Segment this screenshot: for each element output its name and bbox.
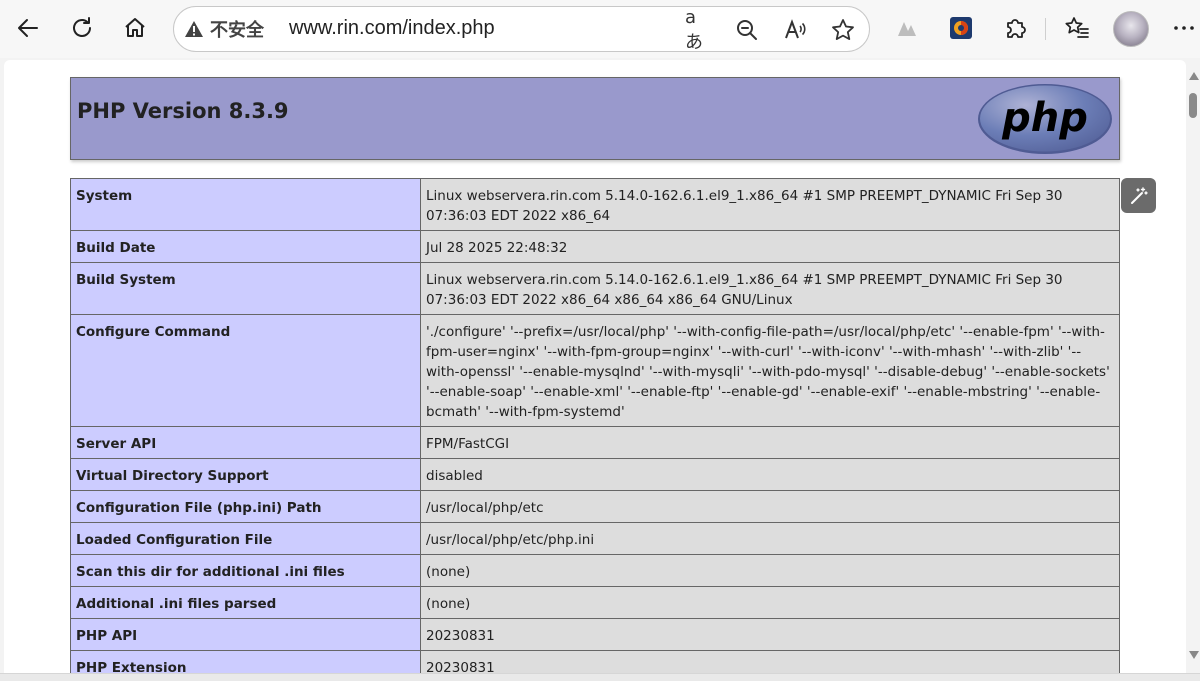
visual-search-button[interactable] [1121,178,1156,213]
table-row: Loaded Configuration File/usr/local/php/… [70,522,1120,555]
address-bar[interactable]: 不安全 www.rin.com/index.php aあ [173,6,870,53]
row-label: Build System [70,262,421,315]
security-indicator[interactable]: 不安全 [184,16,264,42]
table-row: Configure Command './configure' '--prefix… [70,314,1120,427]
more-menu-button[interactable] [1165,9,1200,47]
zoom-out-icon [737,20,757,40]
page-viewport: PHP Version 8.3.9 php System Linux webser… [4,60,1186,673]
table-row: Additional .ini files parsed (none) [70,586,1120,619]
row-label: Virtual Directory Support [70,458,421,491]
extension-logo-button[interactable] [888,9,926,47]
translate-button[interactable]: aあ [685,7,713,53]
row-label: PHP Extension [70,650,421,673]
home-icon [125,18,145,37]
more-menu-icon [1174,26,1194,30]
row-value: 20230831 [420,650,1120,673]
row-label: Loaded Configuration File [70,522,421,555]
extension-colorful-button[interactable] [942,9,980,47]
row-value: /usr/local/php/etc [420,490,1120,523]
php-version-title: PHP Version 8.3.9 [77,99,289,123]
favorites-button[interactable] [1058,9,1096,47]
table-row: Virtual Directory Support disabled [70,458,1120,491]
scroll-up-arrow-icon[interactable] [1189,72,1199,80]
row-label: Build Date [70,230,421,263]
warning-icon [185,21,203,37]
favorite-button[interactable] [829,16,857,44]
read-aloud-button[interactable] [781,16,809,44]
refresh-icon [73,17,91,37]
extension-logo-icon [898,22,916,36]
read-aloud-icon [785,19,806,39]
svg-text:php: php [1001,95,1088,141]
table-row: Build Date Jul 28 2025 22:48:32 [70,230,1120,263]
window-bottom-edge [0,673,1200,681]
favorite-star-icon [832,19,854,40]
scroll-down-arrow-icon[interactable] [1189,651,1199,659]
row-value: Linux webservera.rin.com 5.14.0-162.6.1.… [420,262,1120,315]
security-label: 不安全 [210,20,264,41]
table-row: System Linux webservera.rin.com 5.14.0-16… [70,178,1120,231]
table-row: Server API FPM/FastCGI [70,426,1120,459]
table-row: PHP Extension 20230831 [70,650,1120,673]
row-value: 20230831 [420,618,1120,651]
extensions-puzzle-icon [1007,19,1026,38]
row-value: disabled [420,458,1120,491]
table-row: PHP API 20230831 [70,618,1120,651]
browser-toolbar: 不安全 www.rin.com/index.php aあ [0,0,1200,58]
row-label: Server API [70,426,421,459]
row-label: PHP API [70,618,421,651]
table-row: Configuration File (php.ini) Path/usr/lo… [70,490,1120,523]
table-row: Build System Linux webservera.rin.com 5.1… [70,262,1120,315]
row-value: './configure' '--prefix=/usr/local/php' … [420,314,1120,427]
url-text[interactable]: www.rin.com/index.php [289,17,495,40]
vertical-scrollbar[interactable] [1186,60,1200,673]
row-value: (none) [420,586,1120,619]
row-label: Scan this dir for additional .ini files [70,554,421,587]
extensions-button[interactable] [996,9,1034,47]
row-value: Linux webservera.rin.com 5.14.0-162.6.1.… [420,178,1120,231]
row-label: Configuration File (php.ini) Path [70,490,421,523]
row-label: Configure Command [70,314,421,427]
home-button[interactable] [116,9,154,47]
favorites-list-icon [1065,17,1089,38]
php-logo[interactable]: php [976,83,1114,155]
back-button[interactable] [9,9,47,47]
phpinfo-header: PHP Version 8.3.9 php [70,77,1120,160]
phpinfo-table: System Linux webservera.rin.com 5.14.0-16… [70,178,1120,673]
scrollbar-thumb[interactable] [1189,93,1197,118]
row-label: System [70,178,421,231]
translate-icon: aあ [685,6,703,53]
row-value: /usr/local/php/etc/php.ini [420,522,1120,555]
row-label: Additional .ini files parsed [70,586,421,619]
profile-avatar[interactable] [1113,11,1149,47]
extension-colorful-icon [950,17,972,39]
back-icon [18,19,38,37]
refresh-button[interactable] [63,9,101,47]
magic-wand-icon [1130,186,1148,204]
row-value: (none) [420,554,1120,587]
toolbar-separator [1045,18,1046,40]
table-row: Scan this dir for additional .ini files(… [70,554,1120,587]
zoom-out-button[interactable] [733,16,761,44]
row-value: Jul 28 2025 22:48:32 [420,230,1120,263]
row-value: FPM/FastCGI [420,426,1120,459]
